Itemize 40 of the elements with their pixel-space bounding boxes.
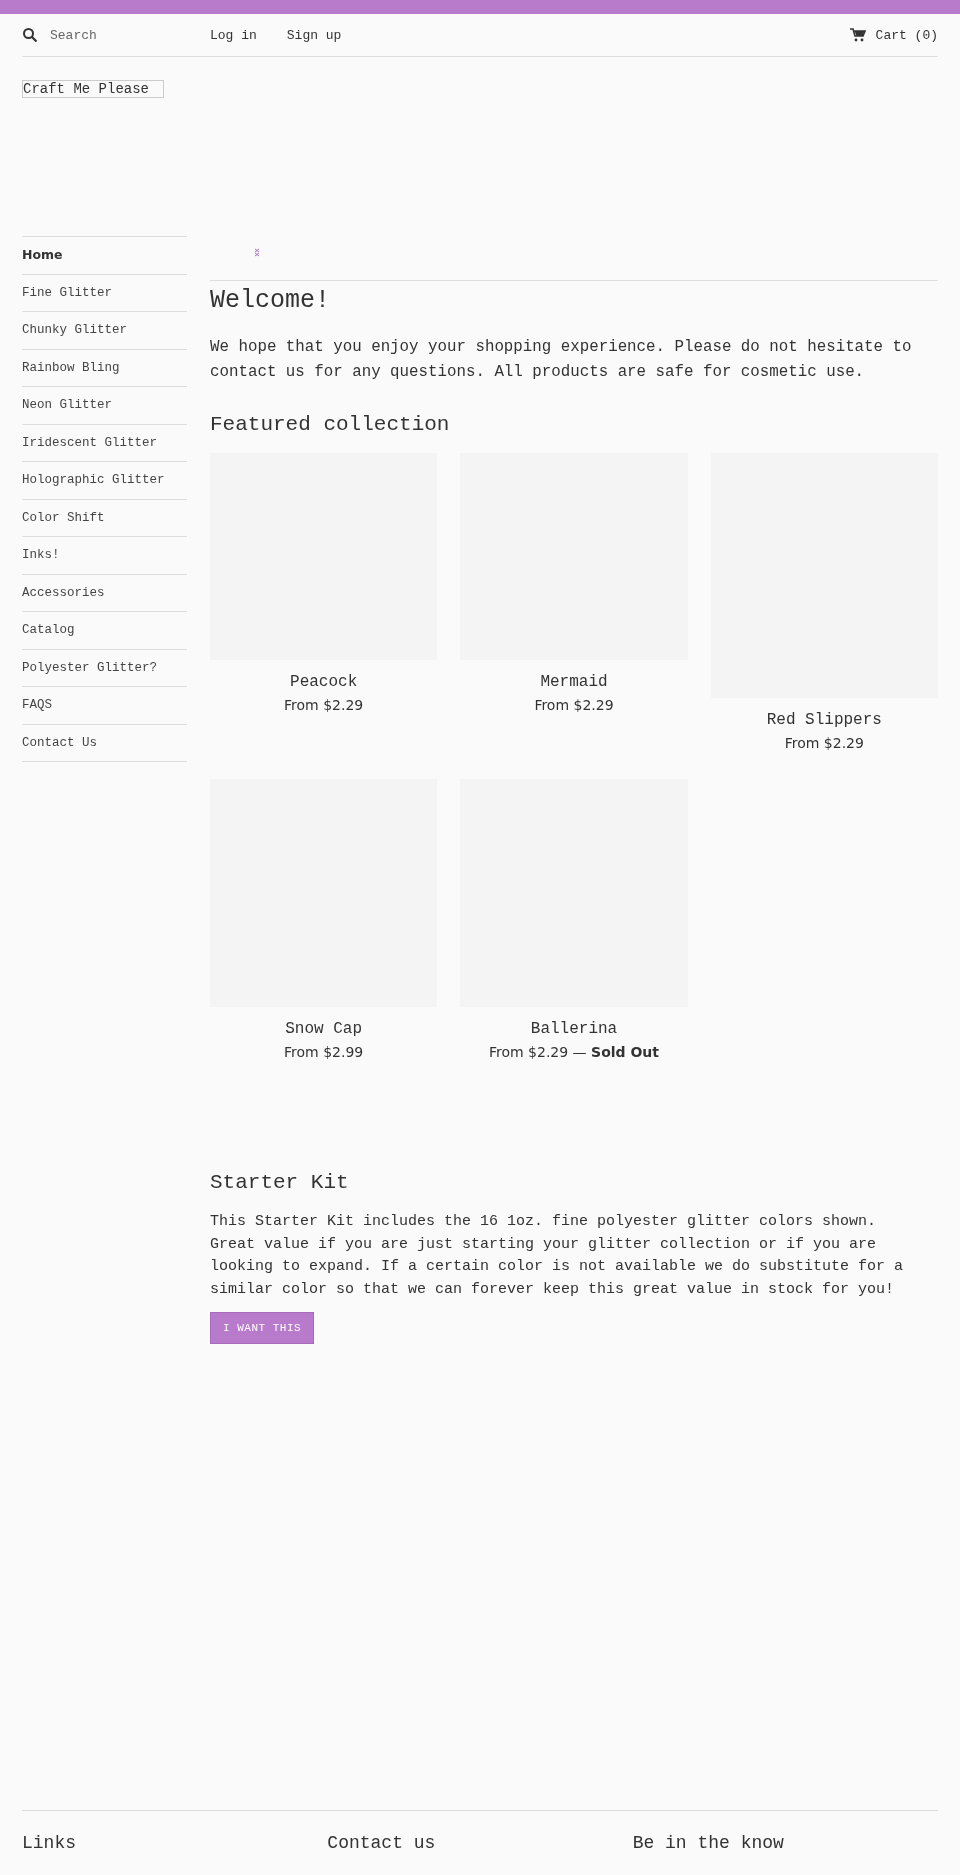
sidebar-item[interactable]: Iridescent Glitter xyxy=(22,424,187,462)
product-price: From $2.99 xyxy=(284,1043,364,1062)
product-price: From $2.29 xyxy=(284,696,364,715)
broken-image-icon xyxy=(254,248,260,257)
section-heading: Featured collection xyxy=(210,412,451,438)
product-price: From $2.29 — Sold Out xyxy=(488,1043,660,1062)
product-name[interactable]: Mermaid xyxy=(540,672,608,692)
welcome-heading: Welcome! xyxy=(210,285,332,317)
section-heading: Starter Kit xyxy=(210,1170,350,1196)
sidebar-item[interactable]: Accessories xyxy=(22,574,187,612)
footer-heading: Be in the know xyxy=(632,1832,785,1855)
search-field[interactable]: Search xyxy=(50,27,190,43)
sidebar-item[interactable]: Rainbow Bling xyxy=(22,349,187,387)
product-name[interactable]: Red Slippers xyxy=(766,710,882,730)
sidebar-item[interactable]: Chunky Glitter xyxy=(22,312,187,350)
sidebar-item[interactable]: Fine Glitter xyxy=(22,274,187,312)
sidebar-item[interactable]: Color Shift xyxy=(22,499,187,537)
footer-heading: Contact us xyxy=(327,1832,437,1855)
sidebar-item[interactable]: Home xyxy=(22,237,187,275)
sidebar-item[interactable]: Catalog xyxy=(22,612,187,650)
cart-link[interactable]: Cart (0) xyxy=(849,27,938,43)
product-name[interactable]: Ballerina xyxy=(530,1019,618,1039)
product-name[interactable]: Snow Cap xyxy=(285,1019,363,1039)
search-icon xyxy=(22,27,38,43)
welcome-text: We hope that you enjoy your shopping experience. Please do not hesitate to contact us for any questions. All products are safe for cosmetic use. xyxy=(210,337,913,383)
product-price: From $2.29 xyxy=(534,696,614,715)
product-description: This Starter Kit includes the 16 1oz. fine polyester glitter colors shown. Great value if you are just starting your glitter collection or if you are looking to expand. If a certain color is not available we do substitute for a similar color so that we can forever keep this great value in stock for you! xyxy=(210,1212,905,1300)
sidebar-item[interactable]: Contact Us xyxy=(22,724,187,762)
sidebar-item[interactable]: FAQS xyxy=(22,687,187,725)
footer-heading: Links xyxy=(22,1832,77,1855)
sidebar-item[interactable]: Holographic Glitter xyxy=(22,462,187,500)
store-logo[interactable]: Craft Me Please xyxy=(22,80,165,98)
account-link[interactable]: Sign up xyxy=(286,27,342,43)
account-link[interactable]: Log in xyxy=(210,27,257,43)
sidebar-item[interactable]: Polyester Glitter? xyxy=(22,649,187,687)
product-name[interactable]: Peacock xyxy=(290,672,358,692)
sidebar-item[interactable]: Inks! xyxy=(22,537,187,575)
cart-icon xyxy=(849,28,866,42)
product-price: From $2.29 xyxy=(784,734,864,753)
sidebar-item[interactable]: Neon Glitter xyxy=(22,387,187,425)
